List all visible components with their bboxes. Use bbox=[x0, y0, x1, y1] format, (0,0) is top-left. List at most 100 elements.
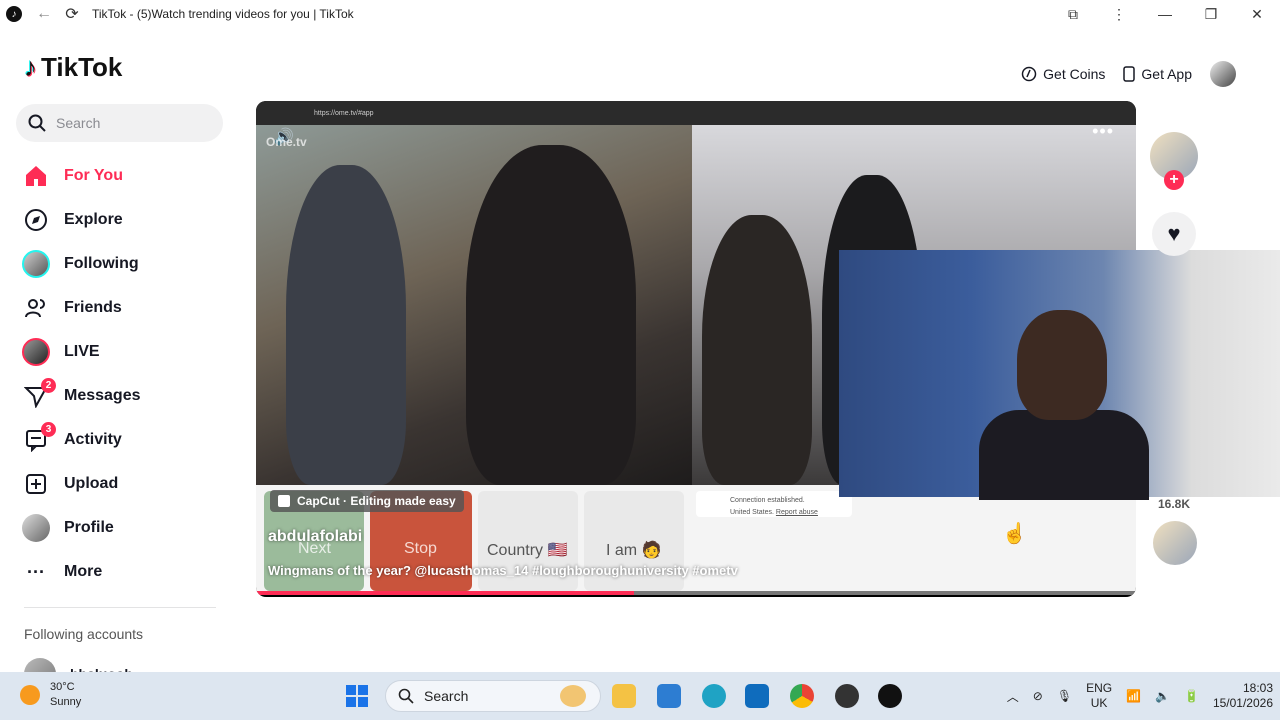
embedded-browser-bar: https://ome.tv/#app bbox=[256, 101, 1136, 125]
sidebar-item-label: Profile bbox=[64, 519, 114, 536]
sidebar-item-label: Upload bbox=[64, 475, 119, 492]
video-progress-fill bbox=[256, 591, 635, 595]
stop-label: Stop bbox=[404, 540, 437, 557]
like-heart-icon[interactable]: ♥ bbox=[1152, 212, 1196, 256]
music-disc-avatar[interactable] bbox=[1153, 521, 1197, 565]
weather-widget[interactable]: 30°C Sunny bbox=[20, 680, 81, 710]
close-button[interactable]: ✕ bbox=[1234, 6, 1280, 23]
outlook-icon[interactable] bbox=[745, 684, 769, 708]
capcut-icon bbox=[278, 495, 290, 507]
search-icon bbox=[28, 114, 46, 132]
person-figure bbox=[1017, 310, 1107, 420]
search-input[interactable] bbox=[56, 115, 206, 131]
search-bar[interactable] bbox=[16, 104, 223, 142]
language-indicator[interactable]: ENG UK bbox=[1086, 681, 1112, 711]
person-figure bbox=[979, 410, 1149, 500]
file-explorer-icon[interactable] bbox=[612, 684, 636, 708]
tiktok-taskbar-icon[interactable] bbox=[878, 684, 902, 708]
connection-status-box: Connection established. United States. R… bbox=[696, 491, 852, 517]
volume-icon[interactable]: 🔈 bbox=[1155, 689, 1170, 703]
follow-plus-icon[interactable]: + bbox=[1164, 170, 1184, 190]
compass-icon bbox=[20, 204, 52, 236]
sidebar-item-label: Friends bbox=[64, 299, 122, 316]
windows-start-icon[interactable] bbox=[346, 685, 368, 707]
share-count: 16.8K bbox=[1158, 497, 1191, 511]
phone-icon bbox=[1123, 66, 1136, 82]
video-author[interactable]: abdulafolabi bbox=[268, 528, 362, 546]
get-app-button[interactable]: Get App bbox=[1123, 66, 1192, 82]
sidebar-item-live[interactable]: LIVE bbox=[20, 330, 220, 374]
sidebar-item-friends[interactable]: Friends bbox=[20, 286, 220, 330]
get-coins-button[interactable]: Get Coins bbox=[1021, 66, 1105, 82]
sidebar-nav: For You Explore Following Friends LIVE 2… bbox=[20, 154, 220, 594]
live-avatar bbox=[22, 338, 50, 366]
following-avatar bbox=[22, 250, 50, 278]
clock-time: 18:03 bbox=[1242, 681, 1273, 695]
reload-icon[interactable]: ⟳ bbox=[60, 4, 84, 24]
minimize-button[interactable]: — bbox=[1142, 6, 1188, 22]
microsoft-store-icon[interactable] bbox=[657, 684, 681, 708]
sidebar-item-label: Following bbox=[64, 255, 139, 272]
tiktok-logo[interactable]: ♪ TikTok bbox=[24, 52, 122, 83]
lang-top: ENG bbox=[1086, 681, 1113, 695]
activity-badge: 3 bbox=[41, 422, 56, 437]
connection-country: United States. bbox=[730, 509, 774, 516]
following-avatar-icon bbox=[20, 248, 52, 280]
sidebar-item-for-you[interactable]: For You bbox=[20, 154, 220, 198]
person-figure bbox=[286, 165, 406, 485]
video-more-icon[interactable]: ••• bbox=[1092, 121, 1114, 142]
vpn-icon[interactable]: ⊘ bbox=[1033, 689, 1043, 703]
video-left-feed bbox=[256, 125, 692, 485]
chevron-up-icon[interactable]: ︿ bbox=[1007, 688, 1019, 705]
clock[interactable]: 18:03 15/01/2026 bbox=[1213, 681, 1273, 711]
connection-status: Connection established. bbox=[730, 497, 805, 504]
following-accounts-title: Following accounts bbox=[24, 626, 144, 642]
video-caption: Wingmans of the year? @lucasthomas_14 #l… bbox=[268, 563, 738, 578]
microphone-icon[interactable]: 🎙 bbox=[1057, 689, 1072, 703]
sidebar-item-upload[interactable]: Upload bbox=[20, 462, 220, 506]
edge-icon[interactable] bbox=[702, 684, 726, 708]
sidebar-item-messages[interactable]: 2 Messages bbox=[20, 374, 220, 418]
battery-icon[interactable]: 🔋 bbox=[1184, 689, 1199, 703]
restore-button[interactable]: ❐ bbox=[1188, 6, 1234, 23]
coin-icon bbox=[1021, 66, 1037, 82]
weather-temp: 30°C bbox=[50, 681, 75, 693]
header-actions: Get Coins Get App bbox=[1021, 58, 1236, 90]
sidebar-item-more[interactable]: ··· More bbox=[20, 550, 220, 594]
back-icon[interactable]: ← bbox=[32, 5, 56, 23]
sidebar-item-profile[interactable]: Profile bbox=[20, 506, 220, 550]
sponsor-label: CapCut · Editing made easy bbox=[297, 494, 456, 508]
search-highlight-icon bbox=[560, 685, 586, 707]
video-progress-bar[interactable] bbox=[256, 591, 1136, 595]
menu-kebab-icon[interactable]: ⋮ bbox=[1096, 6, 1142, 23]
more-icon: ··· bbox=[27, 561, 45, 582]
get-app-label: Get App bbox=[1141, 66, 1192, 82]
sidebar-item-explore[interactable]: Explore bbox=[20, 198, 220, 242]
messages-icon: 2 bbox=[20, 378, 56, 412]
sponsor-tag[interactable]: CapCut · Editing made easy bbox=[270, 490, 464, 512]
sun-icon bbox=[20, 685, 40, 705]
windows-taskbar: 30°C Sunny Search ︿ ⊘ 🎙 ENG UK 📶 🔈 🔋 18:… bbox=[0, 672, 1280, 720]
lang-bottom: UK bbox=[1090, 696, 1108, 710]
upload-icon bbox=[20, 468, 52, 500]
ometv-watermark: Ome.tv bbox=[266, 135, 307, 149]
report-abuse-link: Report abuse bbox=[775, 509, 818, 516]
sidebar-item-following[interactable]: Following bbox=[20, 242, 220, 286]
wifi-icon[interactable]: 📶 bbox=[1126, 689, 1141, 703]
window-title: TikTok - (5)Watch trending videos for yo… bbox=[92, 7, 354, 21]
sidebar-item-activity[interactable]: 3 Activity bbox=[20, 418, 220, 462]
taskbar-search[interactable]: Search bbox=[385, 680, 601, 712]
recording-app-icon[interactable] bbox=[835, 684, 859, 708]
creator-avatar[interactable]: + bbox=[1150, 132, 1198, 190]
live-avatar-icon bbox=[20, 336, 52, 368]
sidebar-divider bbox=[24, 607, 216, 608]
sidebar-item-label: Explore bbox=[64, 211, 123, 228]
person-figure bbox=[466, 145, 636, 485]
get-coins-label: Get Coins bbox=[1043, 66, 1106, 82]
chrome-icon[interactable] bbox=[790, 684, 814, 708]
user-avatar[interactable] bbox=[1210, 61, 1236, 87]
home-icon bbox=[20, 160, 52, 192]
sidebar-item-label: Messages bbox=[64, 387, 141, 404]
extensions-icon[interactable]: ⧉ bbox=[1050, 6, 1096, 23]
browser-titlebar: ♪ ← ⟳ TikTok - (5)Watch trending videos … bbox=[0, 0, 1280, 28]
